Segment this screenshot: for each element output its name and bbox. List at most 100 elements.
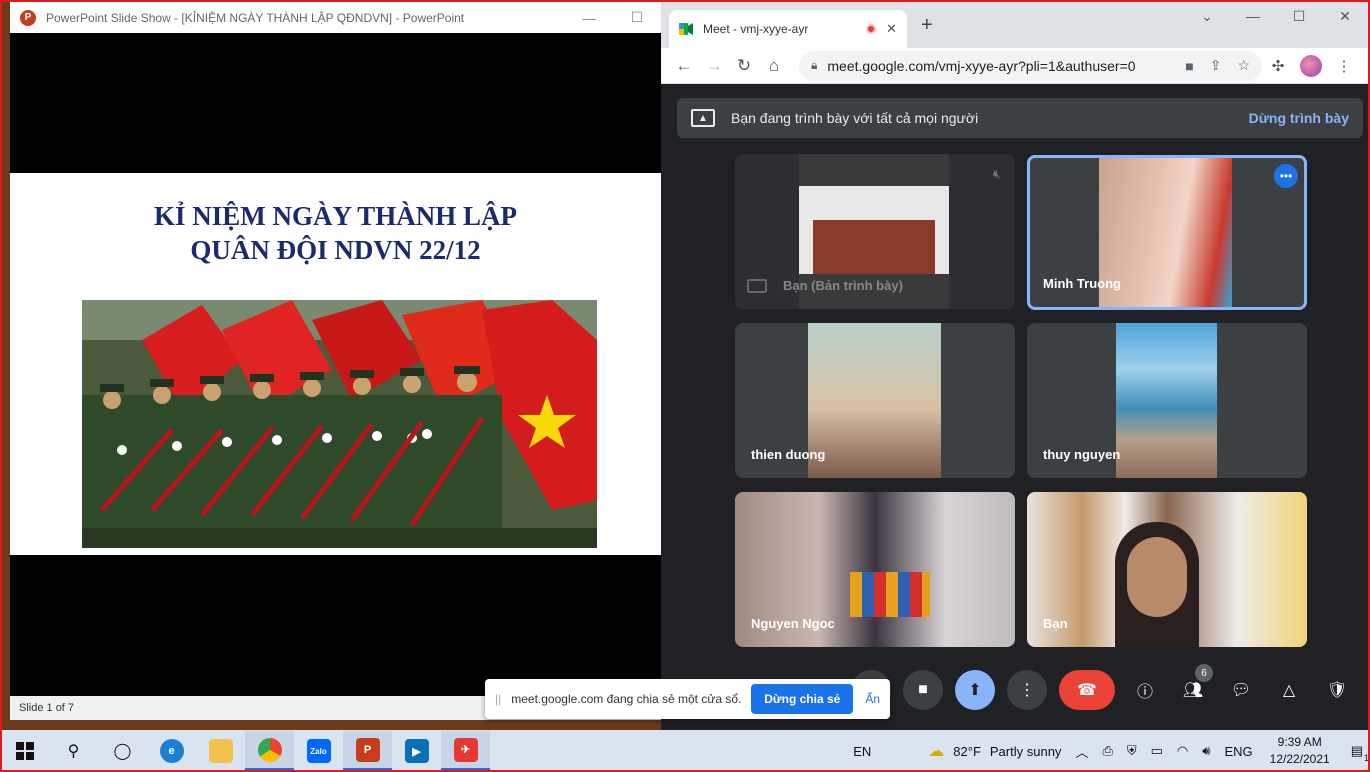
share-icon[interactable]: ⇪ [1210, 57, 1222, 74]
powerpoint-icon: P [20, 9, 36, 26]
app-icon: ✈ [453, 737, 478, 762]
chat-icon[interactable]: 💬︎ [1221, 670, 1261, 710]
powerpoint-icon: P [355, 737, 380, 762]
presenting-banner: ▲ Bạn đang trình bày với tất cả mọi ngườ… [677, 98, 1363, 138]
chevron-down-icon[interactable]: ⌄ [1184, 8, 1230, 25]
task-view-icon[interactable]: ◯ [98, 731, 147, 771]
slide-title-line1: KỈ NIỆM NGÀY THÀNH LẬP [153, 201, 518, 231]
weather-text[interactable]: Partly sunny [990, 744, 1062, 759]
participant-name: Nguyen Ngoc [751, 616, 835, 631]
recording-icon [866, 24, 877, 34]
extensions-icon[interactable]: ✣ [1262, 57, 1294, 75]
more-options-button[interactable]: ⋮ [1007, 670, 1047, 710]
camera-icon[interactable]: ■ [1185, 58, 1193, 74]
powerpoint-titlebar: P PowerPoint Slide Show - [KỈNIỆM NGÀY T… [10, 2, 661, 33]
drag-handle-icon[interactable]: || [495, 692, 501, 706]
profile-avatar[interactable] [1300, 54, 1322, 77]
reload-icon[interactable]: ↻ [729, 56, 759, 76]
close-tab-icon[interactable]: ✕ [886, 21, 897, 37]
tab-title: Meet - vmj-xyye-ayr [703, 22, 809, 36]
tab-meet[interactable]: Meet - vmj-xyye-ayr ✕ [669, 10, 907, 48]
minimize-icon[interactable]: — [1230, 8, 1276, 25]
camera-toggle-button[interactable]: ■ [903, 670, 943, 710]
movie-icon: ▶ [404, 739, 429, 763]
participant-tile-ban[interactable]: Bạn [1027, 492, 1307, 647]
close-window-icon[interactable]: ✕ [1322, 8, 1368, 25]
stop-presenting-button[interactable]: Dừng trình bày [1249, 110, 1349, 126]
start-button[interactable] [0, 731, 49, 771]
powerpoint-window: P PowerPoint Slide Show - [KỈNIỆM NGÀY T… [10, 2, 661, 720]
participant-tile-thuy-nguyen[interactable]: thuy nguyen [1027, 323, 1307, 478]
taskbar-file-explorer[interactable] [196, 731, 245, 771]
maximize-icon[interactable]: ☐ [1276, 8, 1322, 25]
participant-tile-thien-duong[interactable]: thien duong [735, 323, 1015, 478]
weather-temp[interactable]: 82°F [953, 744, 981, 759]
minimize-icon[interactable]: — [565, 10, 613, 26]
participant-name: thien duong [751, 447, 826, 462]
present-screen-icon: ▲ [691, 109, 715, 127]
taskbar-powerpoint[interactable]: P [343, 731, 392, 771]
volume-icon[interactable]: 🔊︎ [1202, 743, 1210, 759]
lock-icon[interactable]: 🔒︎ [811, 58, 817, 73]
participant-tile-nguyen-ngoc[interactable]: Nguyen Ngoc [735, 492, 1015, 647]
notification-icon[interactable]: ▤ 1 [1351, 743, 1369, 763]
chevron-up-icon[interactable]: ︿ [1075, 742, 1088, 761]
taskbar-chrome[interactable] [245, 731, 294, 771]
usb-icon[interactable]: ⎙ [1102, 743, 1112, 759]
notification-count: 1 [1363, 753, 1369, 763]
participant-name: thuy nguyen [1043, 447, 1121, 462]
forward-icon[interactable]: → [699, 56, 729, 76]
edge-icon: e [159, 739, 184, 763]
url-text: meet.google.com/vmj-xyye-ayr?pli=1&authu… [827, 57, 1136, 74]
present-now-button[interactable]: ⬆ [955, 670, 995, 710]
tab-bar: Meet - vmj-xyye-ayr ✕ + ⌄ — ☐ ✕ [661, 2, 1368, 48]
sharing-message: meet.google.com đang chia sẻ một cửa sổ. [511, 692, 742, 706]
stop-sharing-button[interactable]: Dừng chia sẻ [751, 684, 854, 714]
maximize-icon[interactable]: ☐ [613, 9, 661, 26]
back-icon[interactable]: ← [669, 56, 699, 76]
slide-title: KỈ NIỆM NGÀY THÀNH LẬP QUÂN ĐỘI NDVN 22/… [10, 199, 661, 267]
home-icon[interactable]: ⌂ [759, 56, 789, 76]
zalo-icon: Zalo [306, 739, 331, 763]
present-screen-icon [747, 279, 767, 293]
end-call-button[interactable]: ☎ [1059, 670, 1115, 710]
host-controls-icon[interactable]: 🛡︎ [1317, 670, 1357, 710]
search-icon[interactable]: ⚲ [49, 731, 98, 771]
windows-logo-icon [15, 742, 34, 760]
wifi-icon[interactable]: ◠ [1177, 743, 1188, 759]
language-indicator[interactable]: ENG [1224, 744, 1252, 759]
slide-title-line2: QUÂN ĐỘI NDVN 22/12 [190, 235, 481, 265]
menu-kebab-icon[interactable]: ⋮ [1328, 57, 1360, 75]
participant-tile-minh-truong[interactable]: ••• Minh Truong [1027, 155, 1307, 310]
taskbar-edge[interactable]: e [147, 731, 196, 771]
input-language-left[interactable]: EN [853, 744, 871, 759]
security-icon[interactable]: ⛨ [1127, 743, 1137, 759]
slide-parade-photo [82, 300, 597, 548]
meeting-info-icon[interactable]: ⓘ [1125, 670, 1165, 710]
folder-icon [208, 739, 233, 763]
clock-date: 12/22/2021 [1269, 752, 1330, 766]
activities-icon[interactable]: △ [1269, 670, 1309, 710]
more-options-icon[interactable]: ••• [1274, 164, 1298, 188]
weather-icon[interactable]: ☁ [928, 741, 944, 761]
battery-icon[interactable]: ▭ [1151, 743, 1163, 759]
taskbar-pinned-app[interactable]: ✈ [441, 731, 490, 771]
hide-button[interactable]: Ẩn [865, 692, 880, 706]
sharing-notification: || meet.google.com đang chia sẻ một cửa … [485, 679, 890, 719]
slide: KỈ NIỆM NGÀY THÀNH LẬP QUÂN ĐỘI NDVN 22/… [10, 173, 661, 555]
participant-tile-presentation[interactable]: 🔇︎ Bạn (Bản trình bày) [735, 154, 1015, 309]
address-bar[interactable]: 🔒︎ meet.google.com/vmj-xyye-ayr?pli=1&au… [799, 50, 1262, 81]
clock[interactable]: 9:39 AM 12/22/2021 [1270, 734, 1330, 768]
participant-video [1116, 323, 1217, 478]
window-controls: ⌄ — ☐ ✕ [1184, 8, 1368, 25]
new-tab-icon[interactable]: + [921, 14, 933, 37]
bookmark-star-icon[interactable]: ☆ [1237, 57, 1250, 74]
clock-time: 9:39 AM [1277, 735, 1322, 749]
taskbar-zalo[interactable]: Zalo [294, 731, 343, 771]
participant-name: Minh Truong [1043, 276, 1121, 291]
slide-counter: Slide 1 of 7 [19, 702, 75, 714]
participant-name: Bạn (Bản trình bày) [783, 278, 903, 293]
meet-logo-icon [679, 23, 693, 35]
chrome-window: Meet - vmj-xyye-ayr ✕ + ⌄ — ☐ ✕ ← → ↻ ⌂ … [661, 2, 1368, 730]
taskbar-movie-maker[interactable]: ▶ [392, 731, 441, 771]
